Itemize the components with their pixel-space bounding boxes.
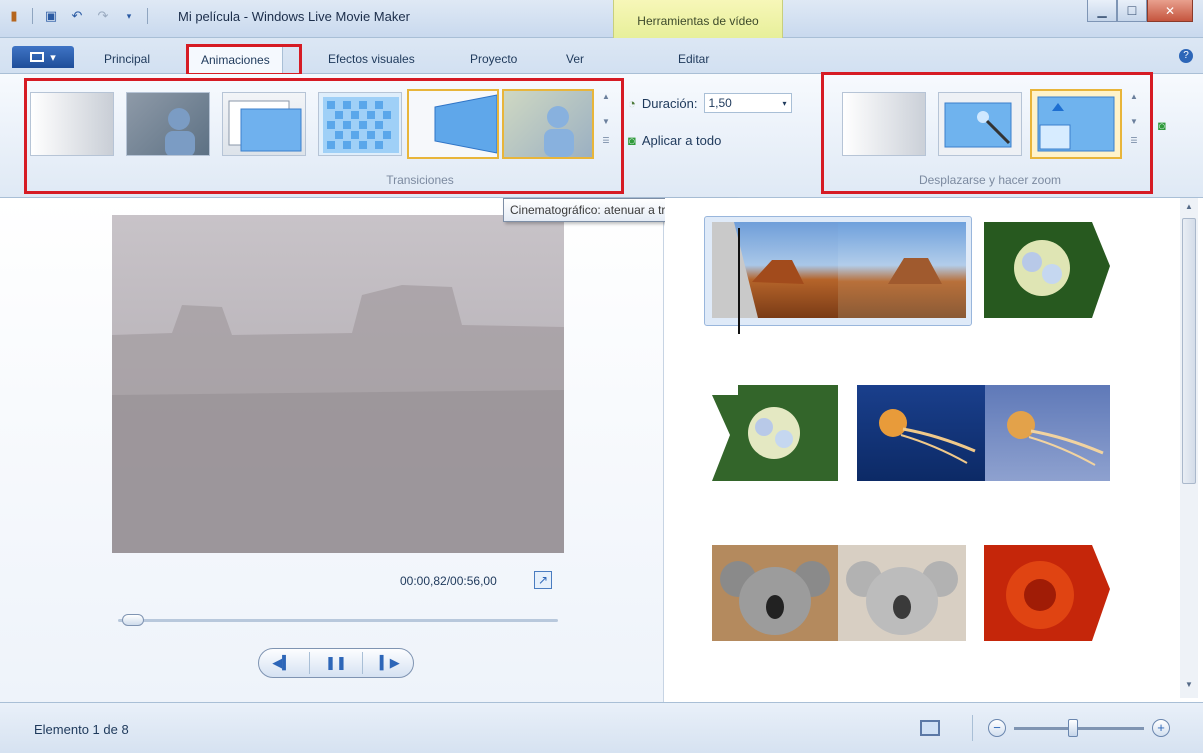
highlight-panzoom-group [821, 72, 1153, 194]
tab-editar[interactable]: Editar [678, 48, 709, 70]
apply-all-button[interactable]: ◙ Aplicar a todo [628, 133, 721, 148]
tab-efectos-visuales[interactable]: Efectos visuales [328, 48, 415, 70]
fullscreen-expand-icon[interactable]: ↗ [534, 571, 552, 589]
clip-desert-2[interactable] [838, 222, 966, 318]
clip-hydrangea-2[interactable] [712, 385, 838, 481]
application-menu-button[interactable]: ▾ [12, 46, 74, 68]
zoom-slider-thumb[interactable] [1068, 718, 1078, 737]
title-bar: ▮ ▣ ↶ ↷ ▾ Mi película - Windows Live Mov… [0, 0, 1203, 38]
pause-button[interactable]: ❚❚ [316, 652, 356, 674]
control-divider-2 [362, 652, 364, 674]
chevron-down-icon: ▾ [50, 51, 56, 64]
chevron-down-icon: ▾ [782, 98, 787, 108]
apply-all-label: Aplicar a todo [641, 133, 722, 148]
desert-thumbnail-2 [888, 258, 942, 284]
video-preview[interactable] [112, 215, 564, 553]
duration-row: ◔ Duración: 1,50 ▾ [628, 93, 792, 113]
storyboard-scrollbar[interactable]: ▲ ▼ [1180, 198, 1198, 698]
save-icon[interactable]: ▣ [43, 8, 59, 24]
duration-value: 1,50 [708, 96, 732, 110]
redo-icon[interactable]: ↷ [95, 8, 111, 24]
ribbon-tabs: ▾ Principal Animaciones Efectos visuales… [0, 38, 1203, 74]
next-frame-button[interactable]: ▍▶ [370, 652, 410, 674]
clip-desert-1[interactable] [712, 222, 838, 318]
qat-separator-2 [147, 8, 148, 24]
maximize-button[interactable]: ☐ [1117, 0, 1147, 22]
clip-hydrangea-1[interactable] [984, 222, 1110, 318]
preview-timecode: 00:00,82/00:56,00 [400, 574, 497, 588]
window-controls: ▁ ☐ ✕ [1087, 0, 1193, 22]
duration-dropdown[interactable]: 1,50 ▾ [703, 93, 792, 113]
storyboard-playhead[interactable] [738, 228, 740, 334]
koala-thumbnail-2 [846, 561, 958, 635]
undo-icon[interactable]: ↶ [69, 8, 85, 24]
status-bar: Elemento 1 de 8 − + [0, 702, 1203, 753]
zoom-control: − + [988, 718, 1170, 737]
jellyfish-thumbnail [879, 409, 976, 464]
qat-separator [32, 8, 33, 24]
video-tools-context-header: Herramientas de vídeo [613, 0, 783, 38]
menu-icon [30, 52, 45, 62]
tab-ver[interactable]: Ver [566, 48, 584, 70]
previous-frame-button[interactable]: ◀▍ [262, 652, 302, 674]
scrollbar-thumb[interactable] [1182, 218, 1196, 484]
control-divider [308, 652, 310, 674]
red-flower-thumbnail [984, 545, 1110, 641]
clip-koala-1[interactable] [712, 545, 838, 641]
tab-proyecto[interactable]: Proyecto [470, 48, 517, 70]
app-film-icon[interactable]: ▮ [6, 8, 22, 24]
customize-qat-chevron-icon[interactable]: ▾ [121, 8, 137, 24]
close-button[interactable]: ✕ [1147, 0, 1193, 22]
seek-thumb[interactable] [122, 614, 145, 626]
zoom-in-icon[interactable]: + [1152, 719, 1170, 737]
minimize-button[interactable]: ▁ [1087, 0, 1117, 22]
koala-thumbnail [720, 561, 830, 635]
desert-thumbnail [712, 222, 804, 318]
jellyfish-thumbnail-2 [1007, 411, 1104, 466]
tab-principal[interactable]: Principal [104, 48, 150, 70]
highlight-animaciones-tab [186, 44, 302, 76]
clip-koala-2[interactable] [838, 545, 966, 641]
help-icon[interactable]: ? [1179, 49, 1193, 63]
highlight-transitions-group [24, 78, 624, 194]
item-count-text: Elemento 1 de 8 [34, 722, 129, 737]
zoom-slider[interactable] [1014, 718, 1144, 737]
clip-red-flower[interactable] [984, 545, 1110, 641]
clock-icon: ◔ [628, 95, 636, 111]
scroll-down-arrow-icon[interactable]: ▼ [1180, 680, 1198, 689]
clip-jellyfish-2[interactable] [985, 385, 1110, 481]
panzoom-apply-all-icon[interactable]: ◙ [1158, 118, 1166, 133]
thumbnail-size-icon[interactable] [920, 720, 940, 736]
window-title: Mi película - Windows Live Movie Maker [178, 9, 410, 24]
hydrangea-thumbnail-2 [712, 385, 838, 481]
desert-scene-preview [112, 215, 564, 553]
playback-controls: ◀▍ ❚❚ ▍▶ [258, 648, 414, 678]
apply-all-icon: ◙ [628, 133, 636, 148]
seek-bar[interactable] [118, 619, 558, 622]
duration-label: Duración: [641, 95, 698, 111]
clip-jellyfish-1[interactable] [857, 385, 985, 481]
status-separator [972, 715, 973, 741]
hydrangea-thumbnail [984, 222, 1110, 318]
scroll-up-arrow-icon[interactable]: ▲ [1180, 202, 1198, 211]
zoom-out-icon[interactable]: − [988, 719, 1006, 737]
quick-access-toolbar: ▮ ▣ ↶ ↷ ▾ [6, 8, 148, 24]
